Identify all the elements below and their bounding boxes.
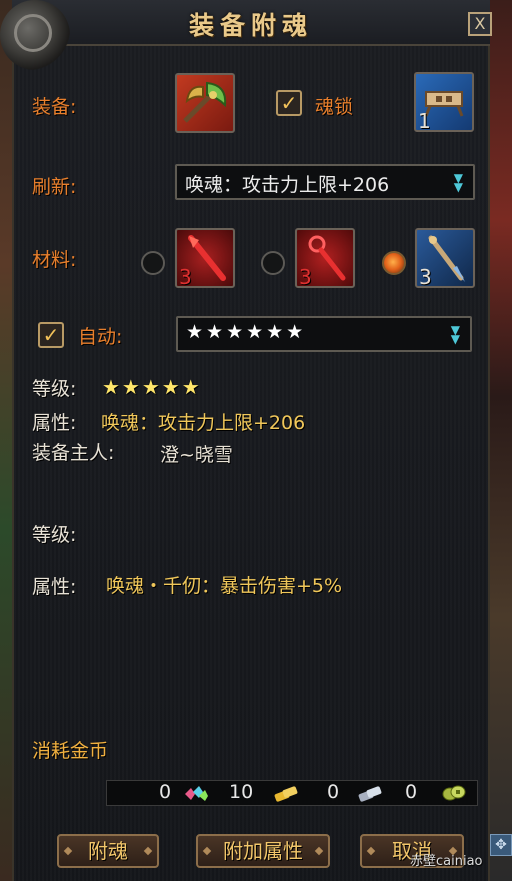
soul-lock-count: 1 — [418, 109, 431, 132]
preview-level-label: 等级: — [32, 524, 77, 546]
material-radio-1[interactable] — [141, 251, 165, 275]
close-button[interactable]: X — [468, 12, 492, 36]
silver-amount: 0 — [327, 781, 340, 803]
material-radio-2[interactable] — [261, 251, 285, 275]
soul-lock-label: 魂锁 — [315, 96, 354, 118]
refresh-dropdown[interactable]: 唤魂：攻击力上限+206 ▼ ▼ — [175, 164, 475, 200]
equip-slot[interactable] — [175, 73, 235, 133]
soul-lock-checkbox[interactable]: ✓ — [276, 90, 302, 116]
chevron-down-icon: ▼ ▼ — [450, 323, 460, 346]
cost-label: 消耗金币 — [32, 740, 109, 762]
material-count-3: 3 — [419, 265, 432, 288]
title-bar[interactable]: 装备附魂 X — [12, 0, 492, 46]
watermark: 赤壁cainiao — [410, 854, 483, 869]
current-level-label: 等级: — [32, 378, 77, 400]
gems-amount: 0 — [159, 781, 172, 803]
gold-ingot-icon — [274, 786, 298, 802]
material-slot-2[interactable]: 3 — [295, 228, 355, 288]
current-attr-value: 唤魂：攻击力上限+206 — [101, 412, 306, 434]
expand-icon[interactable]: ✥ — [490, 834, 512, 856]
auto-level-dropdown[interactable]: ★★★★★★ ▼ ▼ — [176, 316, 472, 352]
refresh-dropdown-value: 唤魂：攻击力上限+206 — [185, 174, 390, 196]
material-slot-3[interactable]: 3 — [415, 228, 475, 288]
auto-checkbox[interactable]: ✓ — [38, 322, 64, 348]
chevron-down-icon: ▼ ▼ — [453, 171, 463, 194]
auto-level-stars: ★★★★★★ — [186, 321, 307, 343]
preview-attr-label: 属性: — [32, 576, 77, 598]
refresh-label: 刷新: — [32, 176, 77, 198]
owner-value: 澄~晓雪 — [160, 444, 233, 466]
current-attr-label: 属性: — [32, 412, 77, 434]
material-count-1: 3 — [179, 265, 192, 288]
soul-lock-slot[interactable]: 1 — [414, 72, 474, 132]
current-level-stars: ★★★★★ — [102, 375, 202, 399]
equip-label: 装备: — [32, 96, 77, 118]
currency-bar: 0 10 0 0 — [106, 780, 478, 806]
auto-label: 自动: — [78, 326, 123, 348]
material-radio-3[interactable] — [382, 251, 406, 275]
corner-ornament-icon — [0, 0, 70, 70]
battle-axe-icon — [183, 81, 227, 123]
gems-icon — [185, 786, 208, 801]
material-count-2: 3 — [299, 265, 312, 288]
material-label: 材料: — [32, 249, 77, 271]
gold-amount: 10 — [229, 781, 254, 803]
window-title: 装备附魂 — [188, 11, 313, 40]
add-attribute-button[interactable]: 附加属性 — [196, 834, 330, 868]
coins-icon — [442, 785, 466, 801]
enchant-button[interactable]: 附魂 — [57, 834, 159, 868]
silver-ingot-icon — [358, 786, 382, 802]
material-slot-1[interactable]: 3 — [175, 228, 235, 288]
owner-label: 装备主人: — [32, 442, 115, 464]
preview-attr-value: 唤魂・千仞：暴击伤害+5% — [106, 575, 343, 597]
coins-amount: 0 — [405, 781, 418, 803]
